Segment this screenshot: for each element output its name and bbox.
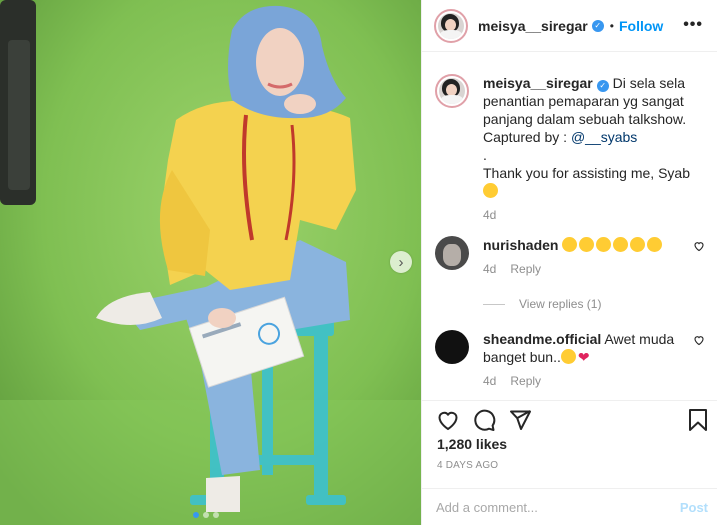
comment-time[interactable]: 4d bbox=[483, 374, 496, 388]
caption-thanks: Thank you for assisting me, Syab bbox=[483, 165, 690, 181]
caption-username[interactable]: meisya__siregar bbox=[483, 75, 593, 91]
post-side-panel: meisya__siregar ✓ • Follow ••• meisya__s… bbox=[421, 0, 717, 525]
heart-icon[interactable] bbox=[436, 408, 460, 432]
smile-emoji bbox=[560, 349, 576, 364]
more-options-icon[interactable]: ••• bbox=[683, 16, 703, 34]
heart-eyes-emoji bbox=[562, 237, 578, 252]
verified-badge-icon: ✓ bbox=[591, 19, 604, 32]
comments-list[interactable]: meisya__siregar ✓ Di sela sela penantian … bbox=[422, 60, 717, 400]
verified-badge-icon: ✓ bbox=[596, 80, 609, 92]
heart-eyes-emoji bbox=[579, 237, 595, 252]
carousel-indicator bbox=[193, 512, 219, 518]
caption-mention-link[interactable]: @__syabs bbox=[571, 129, 637, 145]
caption-time[interactable]: 4d bbox=[483, 208, 496, 222]
post-comment-button[interactable]: Post bbox=[680, 500, 708, 515]
action-bar bbox=[422, 400, 717, 432]
reply-button[interactable]: Reply bbox=[510, 262, 541, 276]
comment-time[interactable]: 4d bbox=[483, 262, 496, 276]
view-replies-button[interactable]: View replies (1) bbox=[483, 297, 601, 311]
post-image bbox=[0, 0, 421, 525]
caption-dot: . bbox=[483, 147, 487, 163]
add-comment-input[interactable] bbox=[436, 499, 666, 515]
bookmark-icon[interactable] bbox=[687, 408, 709, 432]
red-heart-emoji: ❤ bbox=[577, 349, 590, 365]
view-replies-label: View replies (1) bbox=[519, 297, 602, 311]
comment-username[interactable]: sheandme.official bbox=[483, 331, 601, 347]
comment-like-icon[interactable] bbox=[693, 240, 705, 252]
caption: meisya__siregar ✓ Di sela sela penantian … bbox=[435, 74, 705, 222]
heart-eyes-emoji bbox=[647, 237, 663, 252]
likes-count[interactable]: 1,280 likes bbox=[437, 436, 507, 452]
post-date[interactable]: 4 DAYS AGO bbox=[437, 460, 498, 471]
heart-eyes-emoji bbox=[613, 237, 629, 252]
caption-avatar[interactable] bbox=[435, 74, 469, 108]
comment-icon[interactable] bbox=[472, 408, 496, 432]
carousel-dot-3 bbox=[213, 512, 219, 518]
post-photo[interactable]: › bbox=[0, 0, 421, 525]
wink-kiss-emoji bbox=[483, 183, 498, 198]
comment-item: sheandme.official Awet muda banget bun..… bbox=[435, 330, 705, 388]
heart-eyes-emoji bbox=[596, 237, 612, 252]
carousel-dot-1 bbox=[193, 512, 199, 518]
comment-username[interactable]: nurishaden bbox=[483, 237, 558, 253]
post-header: meisya__siregar ✓ • Follow ••• bbox=[422, 0, 717, 52]
share-icon[interactable] bbox=[508, 408, 532, 432]
commenter-avatar[interactable] bbox=[435, 236, 469, 270]
comment-like-icon[interactable] bbox=[693, 334, 705, 346]
separator-bullet: • bbox=[609, 18, 614, 33]
commenter-avatar[interactable] bbox=[435, 330, 469, 364]
carousel-dot-2 bbox=[203, 512, 209, 518]
carousel-next-button[interactable]: › bbox=[390, 251, 412, 273]
author-username[interactable]: meisya__siregar bbox=[478, 18, 588, 34]
next-arrow-icon: › bbox=[398, 253, 404, 271]
add-comment-bar: Post bbox=[422, 488, 717, 525]
reply-button[interactable]: Reply bbox=[510, 374, 541, 388]
follow-button[interactable]: Follow bbox=[619, 18, 663, 34]
comment-item: nurishaden 4d Reply bbox=[435, 236, 705, 276]
heart-eyes-emoji bbox=[630, 237, 646, 252]
replies-divider bbox=[483, 303, 505, 305]
comment-emojis bbox=[562, 237, 664, 253]
author-avatar[interactable] bbox=[434, 8, 468, 43]
